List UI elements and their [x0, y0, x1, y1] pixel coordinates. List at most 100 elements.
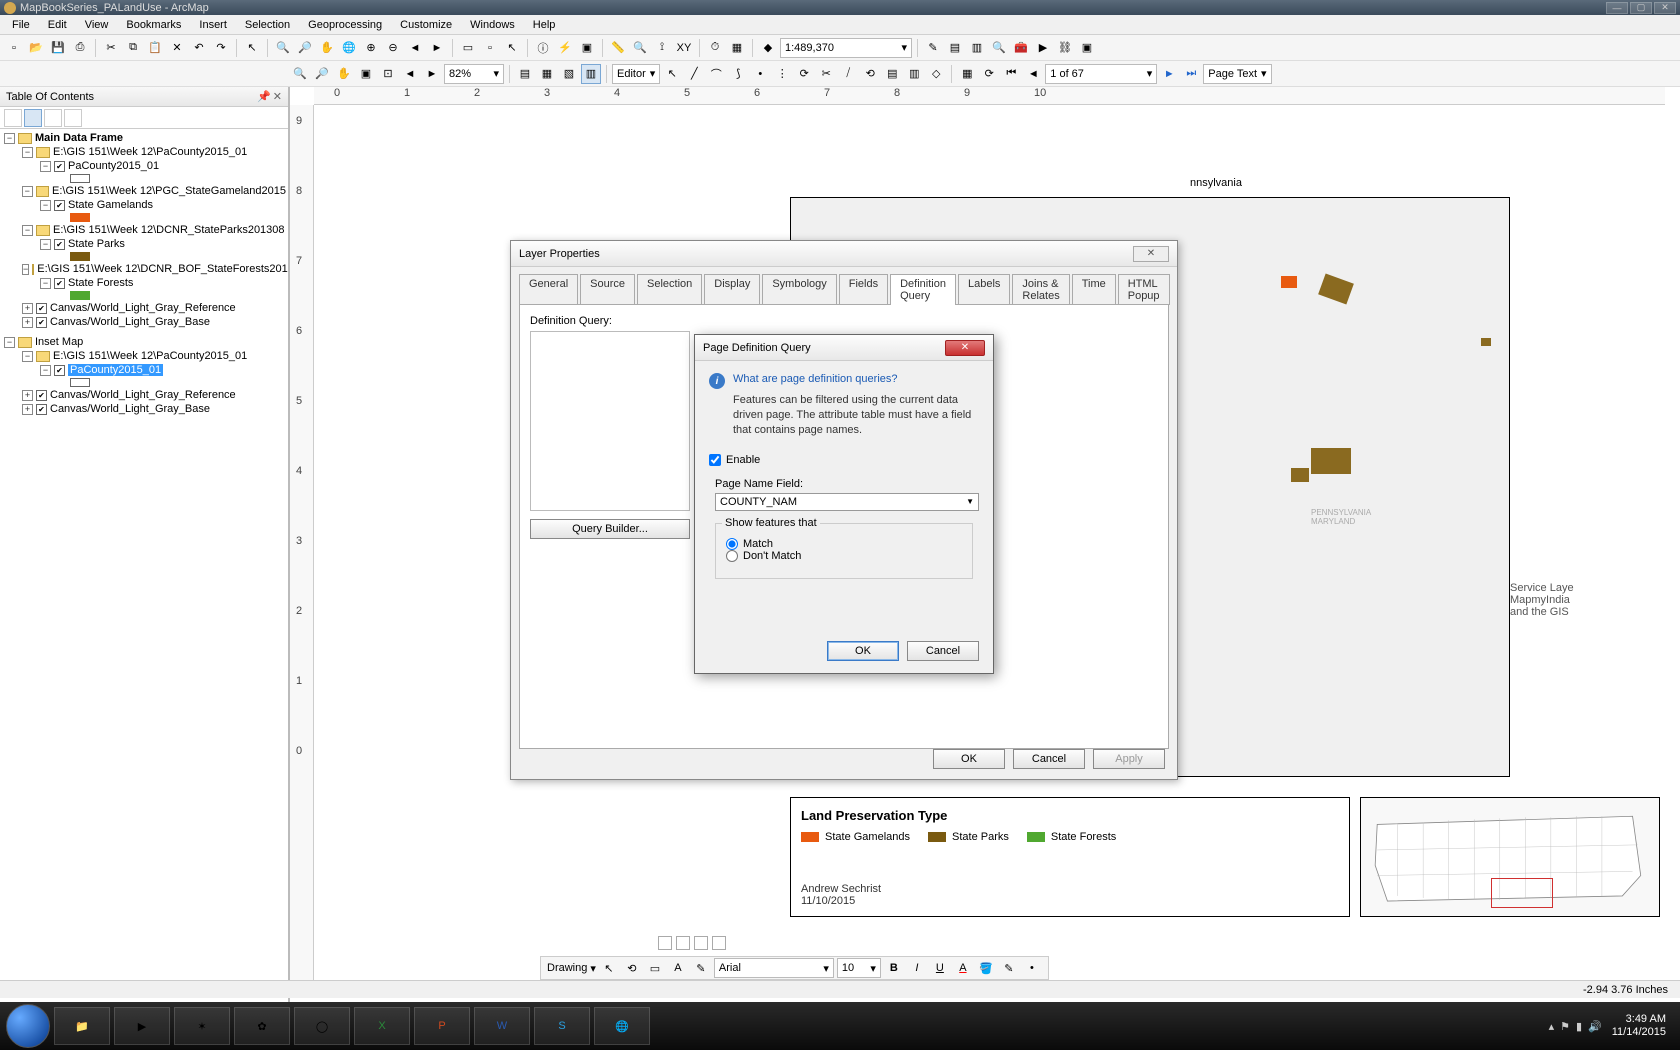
edit-trace-icon[interactable]: ⟆: [728, 64, 748, 84]
search-icon[interactable]: 🔍: [989, 38, 1009, 58]
marker-color-icon[interactable]: •: [1022, 958, 1042, 978]
draw-edit-icon[interactable]: ✎: [691, 958, 711, 978]
tab-general[interactable]: General: [519, 274, 578, 305]
underline-icon[interactable]: U: [930, 958, 950, 978]
tab-time[interactable]: Time: [1072, 274, 1116, 305]
taskbar-word-icon[interactable]: W: [474, 1007, 530, 1045]
fwd-extent-icon[interactable]: ►: [427, 38, 447, 58]
print-icon[interactable]: ⎙: [70, 38, 90, 58]
tab-display[interactable]: Display: [704, 274, 760, 305]
menu-windows[interactable]: Windows: [462, 17, 523, 33]
editor-menu[interactable]: Editor ▾: [612, 64, 660, 84]
ddp-page-combo[interactable]: 1 of 67▾: [1045, 64, 1157, 84]
toc-icon[interactable]: ▤: [945, 38, 965, 58]
measure-icon[interactable]: 📏: [608, 38, 628, 58]
ddp-next-icon[interactable]: ►: [1159, 64, 1179, 84]
edit-create-icon[interactable]: ◇: [926, 64, 946, 84]
toc-list-by-visibility-icon[interactable]: [44, 109, 62, 127]
edit-tool-icon[interactable]: ↖: [662, 64, 682, 84]
tray-network-icon[interactable]: ▮: [1576, 1020, 1582, 1033]
zoom-whole-page-icon[interactable]: ▣: [356, 64, 376, 84]
layer-properties-ok-button[interactable]: OK: [933, 749, 1005, 769]
zoom-percent-combo[interactable]: 82%▾: [444, 64, 504, 84]
pdq-cancel-button[interactable]: Cancel: [907, 641, 979, 661]
pan-icon[interactable]: ✋: [317, 38, 337, 58]
pdq-enable-checkbox[interactable]: Enable: [709, 454, 979, 466]
toc-list-by-drawing-icon[interactable]: [4, 109, 22, 127]
pdq-match-radio[interactable]: Match: [726, 538, 962, 550]
edit-reshape-icon[interactable]: ⟳: [794, 64, 814, 84]
zoom-out-icon[interactable]: 🔎: [295, 38, 315, 58]
modelbuilder-icon[interactable]: ⛓: [1055, 38, 1075, 58]
ddp-first-icon[interactable]: ⏮: [1001, 64, 1021, 84]
toc-tree[interactable]: −Main Data Frame −E:\GIS 151\Week 12\PaC…: [0, 129, 288, 1022]
tab-selection[interactable]: Selection: [637, 274, 702, 305]
pdq-close-icon[interactable]: ✕: [945, 340, 985, 356]
taskbar-chrome-icon[interactable]: ◯: [294, 1007, 350, 1045]
menu-customize[interactable]: Customize: [392, 17, 460, 33]
clear-selection-icon[interactable]: ▫: [480, 38, 500, 58]
edit-cut-icon[interactable]: ✂: [816, 64, 836, 84]
edit-rotate-icon[interactable]: ⟲: [860, 64, 880, 84]
layer-properties-close-icon[interactable]: ✕: [1133, 246, 1169, 262]
python-icon[interactable]: ▶: [1033, 38, 1053, 58]
taskbar-arcmap-icon[interactable]: 🌐: [594, 1007, 650, 1045]
pan-layout-icon[interactable]: ✋: [334, 64, 354, 84]
taskbar-app2-icon[interactable]: ✿: [234, 1007, 290, 1045]
ddp-refresh-icon[interactable]: ⟳: [979, 64, 999, 84]
copy-icon[interactable]: ⧉: [123, 38, 143, 58]
pdq-enable-input[interactable]: [709, 454, 721, 466]
taskbar-skype-icon[interactable]: S: [534, 1007, 590, 1045]
focus-dataframe-icon[interactable]: ▦: [537, 64, 557, 84]
paste-icon[interactable]: 📋: [145, 38, 165, 58]
pdq-ok-button[interactable]: OK: [827, 641, 899, 661]
edit-split-icon[interactable]: ⧸: [838, 64, 858, 84]
fixed-zoom-in-icon[interactable]: ⊕: [361, 38, 381, 58]
taskbar-mediaplayer-icon[interactable]: ▶: [114, 1007, 170, 1045]
font-name-combo[interactable]: Arial▾: [714, 958, 834, 978]
menu-insert[interactable]: Insert: [191, 17, 235, 33]
new-icon[interactable]: ▫: [4, 38, 24, 58]
select-features-icon[interactable]: ▭: [458, 38, 478, 58]
draw-rectangle-icon[interactable]: ▭: [645, 958, 665, 978]
map-scale-combo[interactable]: 1:489,370▾: [780, 38, 912, 58]
menu-geoprocessing[interactable]: Geoprocessing: [300, 17, 390, 33]
editor-toolbar-icon[interactable]: ✎: [923, 38, 943, 58]
draw-select-icon[interactable]: ↖: [599, 958, 619, 978]
edit-vertices-icon[interactable]: ⋮: [772, 64, 792, 84]
minimize-button[interactable]: —: [1606, 2, 1628, 14]
toc-close-icon[interactable]: ✕: [273, 90, 282, 103]
edit-point-icon[interactable]: •: [750, 64, 770, 84]
system-clock[interactable]: 3:49 AM 11/14/2015: [1612, 1013, 1666, 1039]
arctoolbox-icon[interactable]: 🧰: [1011, 38, 1031, 58]
refresh-view-icon[interactable]: [694, 936, 708, 950]
results-icon[interactable]: ▣: [1077, 38, 1097, 58]
menu-help[interactable]: Help: [525, 17, 564, 33]
ddp-last-icon[interactable]: ⏭: [1181, 64, 1201, 84]
tray-volume-icon[interactable]: 🔊: [1588, 1020, 1602, 1033]
change-layout-icon[interactable]: ▧: [559, 64, 579, 84]
pause-drawing-icon[interactable]: [712, 936, 726, 950]
fill-color-icon[interactable]: 🪣: [976, 958, 996, 978]
font-size-combo[interactable]: 10▾: [837, 958, 881, 978]
catalog-icon[interactable]: ▥: [967, 38, 987, 58]
cut-icon[interactable]: ✂: [101, 38, 121, 58]
create-viewer-icon[interactable]: ▦: [727, 38, 747, 58]
toc-list-by-source-icon[interactable]: [24, 109, 42, 127]
menu-bookmarks[interactable]: Bookmarks: [118, 17, 189, 33]
zoom-in-icon[interactable]: 🔍: [273, 38, 293, 58]
full-extent-icon[interactable]: 🌐: [339, 38, 359, 58]
tab-joins-relates[interactable]: Joins & Relates: [1012, 274, 1069, 305]
identify-icon[interactable]: ⓘ: [533, 38, 553, 58]
back-extent-icon[interactable]: ◄: [405, 38, 425, 58]
tab-html-popup[interactable]: HTML Popup: [1118, 274, 1170, 305]
query-builder-button[interactable]: Query Builder...: [530, 519, 690, 539]
tab-symbology[interactable]: Symbology: [762, 274, 836, 305]
menu-file[interactable]: File: [4, 17, 38, 33]
toc-list-by-selection-icon[interactable]: [64, 109, 82, 127]
maximize-button[interactable]: ▢: [1630, 2, 1652, 14]
fwd-layout-icon[interactable]: ►: [422, 64, 442, 84]
taskbar-excel-icon[interactable]: X: [354, 1007, 410, 1045]
edit-sketch-icon[interactable]: ▥: [904, 64, 924, 84]
find-route-icon[interactable]: ⟟: [652, 38, 672, 58]
